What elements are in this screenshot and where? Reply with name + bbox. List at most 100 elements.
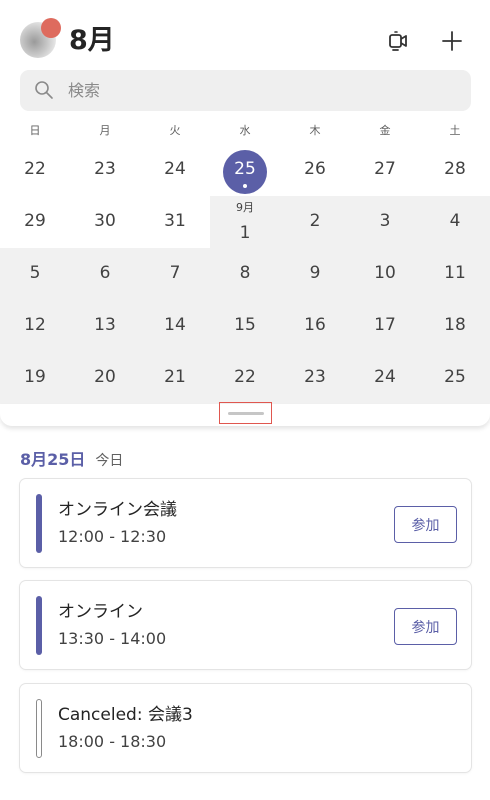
day-number: 15 <box>234 315 256 335</box>
page-title: 8月 <box>69 25 115 56</box>
calendar-drag-handle[interactable] <box>219 402 272 424</box>
day-cell[interactable]: 7 <box>140 248 210 300</box>
day-cell[interactable]: 24 <box>350 352 420 404</box>
day-number: 19 <box>24 367 46 387</box>
day-cell[interactable]: 12 <box>0 300 70 352</box>
day-cell[interactable]: 2 <box>280 196 350 248</box>
day-number: 24 <box>164 159 186 179</box>
day-number: 11 <box>444 263 466 283</box>
day-cell[interactable]: 23 <box>70 144 140 196</box>
app-header: 8月 <box>0 0 490 66</box>
search-icon <box>35 81 53 99</box>
day-cell[interactable]: 8 <box>210 248 280 300</box>
day-cell[interactable]: 29 <box>0 196 70 248</box>
day-cell[interactable]: 17 <box>350 300 420 352</box>
day-cell[interactable]: 26 <box>280 144 350 196</box>
day-number: 22 <box>234 367 256 387</box>
search-input[interactable] <box>68 70 448 111</box>
join-button[interactable]: 参加 <box>394 608 457 645</box>
event-title: オンライン <box>58 602 143 622</box>
day-cell[interactable]: 18 <box>420 300 490 352</box>
weekday-label: 土 <box>449 124 461 137</box>
weekday-label: 日 <box>29 124 41 137</box>
day-number: 23 <box>94 159 116 179</box>
month-calendar: 日 月 火 水 木 金 土 22 23 24 25 26 27 28 29 30… <box>0 118 490 428</box>
day-cell[interactable]: 25 <box>420 352 490 404</box>
day-number: 9 <box>309 263 321 283</box>
day-number: 20 <box>94 367 116 387</box>
day-number: 8 <box>239 263 251 283</box>
day-number: 22 <box>24 159 46 179</box>
event-color-bar-canceled <box>36 699 42 758</box>
day-cell[interactable]: 20 <box>70 352 140 404</box>
weekday-label: 月 <box>99 124 111 137</box>
day-number: 30 <box>94 211 116 231</box>
day-cell[interactable]: 24 <box>140 144 210 196</box>
meet-now-button[interactable] <box>383 26 413 56</box>
day-number: 29 <box>24 211 46 231</box>
day-cell[interactable]: 30 <box>70 196 140 248</box>
day-cell[interactable]: 14 <box>140 300 210 352</box>
day-cell[interactable]: 19 <box>0 352 70 404</box>
day-number: 14 <box>164 315 186 335</box>
event-card[interactable]: オンライン会議 12:00 - 12:30 参加 <box>20 479 471 567</box>
day-cell[interactable]: 15 <box>210 300 280 352</box>
day-number: 25 <box>234 159 256 179</box>
next-month-label: 9月 <box>236 201 254 214</box>
day-cell[interactable]: 11 <box>420 248 490 300</box>
video-meet-icon <box>389 31 407 51</box>
event-title: オンライン会議 <box>58 500 177 520</box>
day-number: 3 <box>379 211 391 231</box>
day-cell[interactable]: 27 <box>350 144 420 196</box>
day-number: 24 <box>374 367 396 387</box>
day-number: 18 <box>444 315 466 335</box>
day-cell[interactable]: 4 <box>420 196 490 248</box>
day-cell[interactable]: 16 <box>280 300 350 352</box>
event-title: Canceled: 会議3 <box>58 705 193 725</box>
day-cell[interactable]: 13 <box>70 300 140 352</box>
day-number: 23 <box>304 367 326 387</box>
weekday-label: 木 <box>309 124 321 137</box>
event-color-bar <box>36 494 42 553</box>
event-time: 12:00 - 12:30 <box>58 527 167 546</box>
day-number: 13 <box>94 315 116 335</box>
day-cell[interactable]: 10 <box>350 248 420 300</box>
plus-icon <box>442 31 462 51</box>
day-cell-selected[interactable]: 25 <box>210 144 280 196</box>
day-cell[interactable]: 21 <box>140 352 210 404</box>
day-cell[interactable]: 9月 1 <box>210 196 280 248</box>
day-cell[interactable]: 22 <box>0 144 70 196</box>
day-number: 2 <box>309 211 321 231</box>
agenda-relative-day: 今日 <box>95 453 124 469</box>
presence-status-dot <box>41 18 61 38</box>
agenda-date: 8月25日 <box>20 450 86 469</box>
event-time: 13:30 - 14:00 <box>58 629 167 648</box>
event-color-bar <box>36 596 42 655</box>
weekday-label: 金 <box>379 124 391 137</box>
day-cell[interactable]: 9 <box>280 248 350 300</box>
join-button[interactable]: 参加 <box>394 506 457 543</box>
day-number: 31 <box>164 211 186 231</box>
weekday-label: 火 <box>169 124 181 137</box>
day-number: 6 <box>99 263 111 283</box>
event-card[interactable]: Canceled: 会議3 18:00 - 18:30 <box>20 684 471 772</box>
event-card[interactable]: オンライン 13:30 - 14:00 参加 <box>20 581 471 669</box>
has-events-dot <box>243 184 247 188</box>
search-bar[interactable] <box>20 70 471 111</box>
day-cell[interactable]: 5 <box>0 248 70 300</box>
day-number: 12 <box>24 315 46 335</box>
agenda-date-header: 8月25日 今日 <box>20 446 124 469</box>
day-cell[interactable]: 31 <box>140 196 210 248</box>
day-cell[interactable]: 6 <box>70 248 140 300</box>
day-number: 16 <box>304 315 326 335</box>
day-number: 26 <box>304 159 326 179</box>
day-cell[interactable]: 22 <box>210 352 280 404</box>
day-cell[interactable]: 23 <box>280 352 350 404</box>
day-grid: 22 23 24 25 26 27 28 29 30 31 9月 1 2 3 4… <box>0 144 490 404</box>
day-number: 21 <box>164 367 186 387</box>
day-cell[interactable]: 28 <box>420 144 490 196</box>
add-button[interactable] <box>437 26 467 56</box>
weekday-label: 水 <box>239 124 251 137</box>
day-cell[interactable]: 3 <box>350 196 420 248</box>
day-number: 27 <box>374 159 396 179</box>
